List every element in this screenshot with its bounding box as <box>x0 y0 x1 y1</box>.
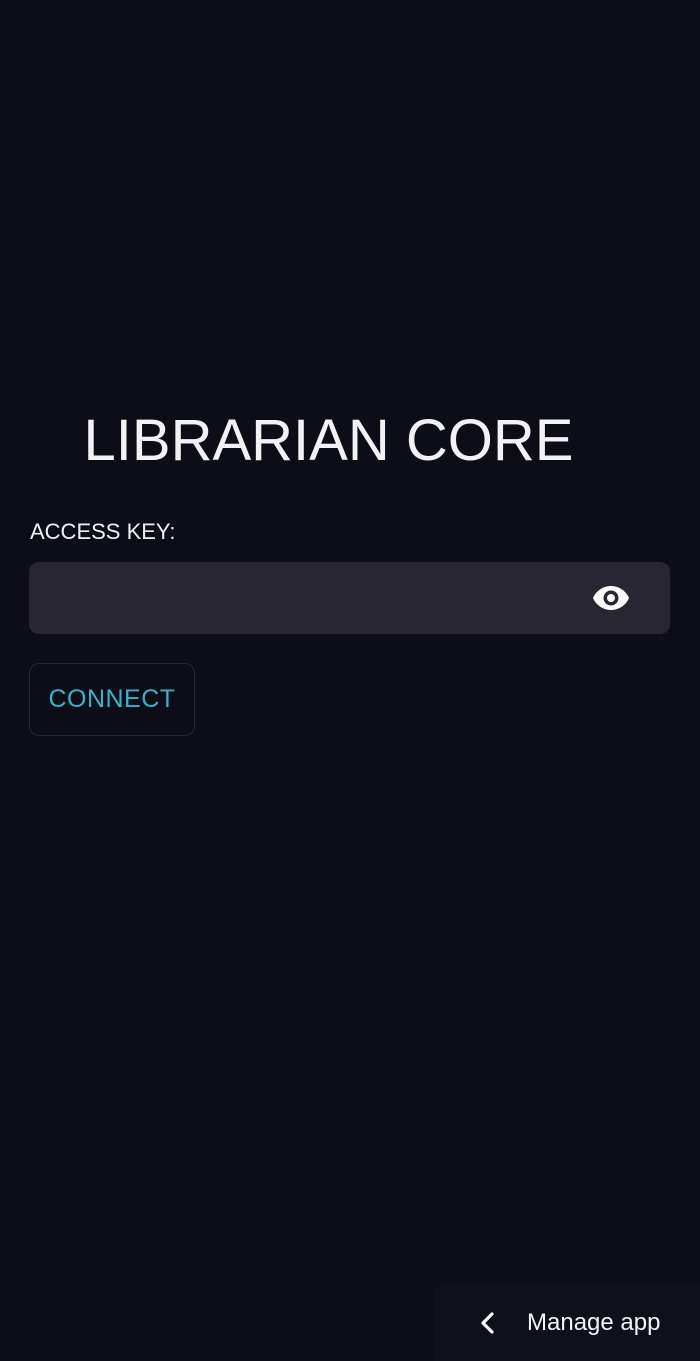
app-screen: LIBRARIAN CORE ACCESS KEY: CONNECT Manag… <box>0 0 700 1361</box>
manage-app-label: Manage app <box>527 1309 661 1336</box>
manage-app-button[interactable]: Manage app <box>434 1284 700 1361</box>
access-key-field <box>29 562 670 634</box>
access-key-input[interactable] <box>29 562 589 634</box>
access-key-label: ACCESS KEY: <box>30 519 176 544</box>
page-title: LIBRARIAN CORE <box>83 408 574 473</box>
eye-icon[interactable] <box>592 584 630 612</box>
chevron-left-icon <box>481 1312 494 1334</box>
connect-button[interactable]: CONNECT <box>29 663 195 736</box>
